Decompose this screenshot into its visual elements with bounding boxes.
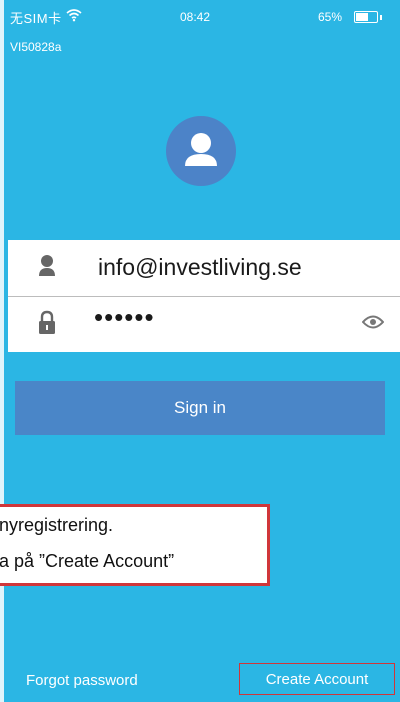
- user-avatar-icon: [166, 116, 236, 186]
- callout-line-2: a på ”Create Account”: [0, 551, 175, 571]
- sign-in-button[interactable]: Sign in: [15, 381, 385, 435]
- email-value[interactable]: info@investliving.se: [98, 254, 302, 281]
- battery-icon: [354, 11, 382, 23]
- clock: 08:42: [180, 10, 211, 24]
- lock-icon: [38, 310, 56, 341]
- screen-edge: [0, 0, 4, 702]
- status-bar: 无SIM卡 08:42 65%: [0, 0, 400, 36]
- carrier-label: 无SIM卡: [10, 11, 62, 26]
- email-field[interactable]: info@investliving.se: [8, 240, 400, 297]
- device-id-label: VI50828a: [10, 40, 62, 54]
- callout-line-1: nyregistrering.: [0, 515, 114, 535]
- battery-percent: 65%: [318, 10, 343, 24]
- login-screen: 无SIM卡 08:42 65% VI50828a info@investlivi…: [0, 0, 400, 702]
- create-account-link[interactable]: Create Account: [239, 663, 395, 695]
- login-form: info@investliving.se ••••••: [8, 240, 400, 352]
- user-icon: [38, 254, 56, 285]
- password-value[interactable]: ••••••: [94, 302, 155, 333]
- eye-icon[interactable]: [361, 314, 385, 335]
- forgot-password-link[interactable]: Forgot password: [26, 672, 138, 689]
- password-field[interactable]: ••••••: [8, 296, 400, 352]
- wifi-icon: [66, 8, 82, 25]
- instruction-callout: nyregistrering. a på ”Create Account”: [0, 504, 270, 586]
